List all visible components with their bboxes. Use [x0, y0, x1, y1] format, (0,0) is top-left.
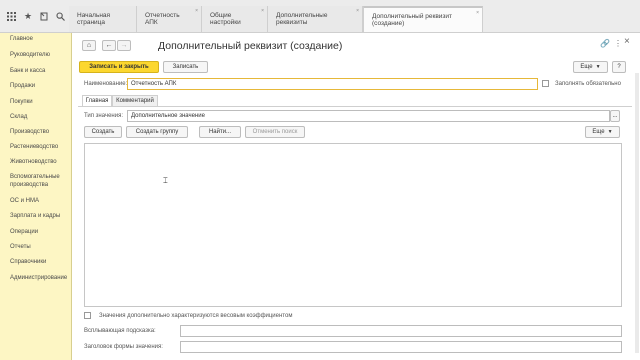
close-icon[interactable]: ×	[195, 8, 198, 14]
app-window: ★ Начальная страница Отчетность АПК × Общ…	[0, 0, 640, 360]
back-button[interactable]: ←	[102, 40, 116, 51]
home-button[interactable]: ⌂	[82, 40, 96, 51]
more-button[interactable]: Еще ▼	[573, 61, 608, 73]
tab-general-settings[interactable]: Общие настройки ×	[202, 6, 268, 32]
sidebar-item-crop-production[interactable]: Растениеводство	[10, 144, 58, 152]
tab-attribute-create[interactable]: Дополнительный реквизит (создание) ×	[363, 6, 483, 32]
find-button[interactable]: Найти...	[199, 126, 241, 138]
tab-label: Начальная страница	[77, 12, 111, 26]
close-icon[interactable]: ×	[356, 8, 359, 14]
link-icon[interactable]: 🔗	[600, 39, 610, 48]
form-panel: ⌂ ← → Дополнительный реквизит (создание)…	[72, 33, 640, 360]
tab-apk-reporting[interactable]: Отчетность АПК ×	[137, 6, 202, 32]
list-more-button[interactable]: Еще ▼	[585, 126, 620, 138]
value-type-select-button[interactable]: ...	[610, 110, 620, 122]
sidebar-item-operations[interactable]: Операции	[10, 229, 38, 237]
sidebar-item-payroll[interactable]: Зарплата и кадры	[10, 213, 60, 221]
tab-divider	[78, 106, 632, 107]
sidebar-item-administration[interactable]: Администрирование	[10, 275, 67, 283]
tab-home[interactable]: Начальная страница	[69, 6, 137, 32]
value-type-field[interactable]: Дополнительное значение	[127, 110, 610, 122]
value-type-label: Тип значения:	[84, 113, 123, 119]
sidebar: Главное Руководителю Банк и касса Продаж…	[0, 33, 72, 360]
sidebar-item-fixed-assets[interactable]: ОС и НМА	[10, 198, 39, 206]
forward-arrow-icon: →	[120, 42, 128, 49]
sidebar-item-management[interactable]: Руководителю	[10, 52, 50, 60]
top-bar: ★ Начальная страница Отчетность АПК × Общ…	[0, 0, 640, 33]
sidebar-item-auxiliary-production[interactable]: Вспомогательные производства	[10, 174, 68, 189]
chevron-down-icon: ▼	[595, 64, 601, 70]
star-icon[interactable]: ★	[22, 10, 34, 22]
apps-grid-icon[interactable]	[5, 10, 17, 22]
mouse-cursor-icon: ⌶	[163, 176, 168, 185]
sidebar-item-production[interactable]: Производство	[10, 129, 49, 137]
create-group-button[interactable]: Создать группу	[126, 126, 188, 138]
more-label: Еще	[580, 64, 593, 70]
save-button[interactable]: Записать	[163, 61, 208, 73]
close-icon[interactable]: ×	[624, 36, 630, 47]
sidebar-item-warehouse[interactable]: Склад	[10, 114, 27, 122]
page-title: Дополнительный реквизит (создание)	[158, 40, 343, 52]
sidebar-item-purchases[interactable]: Покупки	[10, 99, 33, 107]
sidebar-item-bank-cash[interactable]: Банк и касса	[10, 68, 45, 76]
tab-label: Дополнительные реквизиты	[276, 12, 328, 26]
sidebar-item-main[interactable]: Главное	[10, 36, 33, 44]
home-icon: ⌂	[86, 42, 92, 49]
name-field[interactable]: Отчетность АПК	[127, 78, 538, 90]
tab-label: Дополнительный реквизит (создание)	[372, 13, 453, 27]
chevron-down-icon: ▼	[607, 129, 613, 135]
help-button[interactable]: ?	[612, 61, 626, 73]
values-list[interactable]	[84, 143, 622, 307]
sidebar-item-sales[interactable]: Продажи	[10, 83, 35, 91]
close-icon[interactable]: ×	[476, 10, 479, 16]
tab-main[interactable]: Главная	[82, 95, 112, 106]
form-scrollbar[interactable]	[635, 73, 639, 353]
open-tabs: Начальная страница Отчетность АПК × Общие…	[69, 6, 483, 32]
search-icon[interactable]	[54, 10, 66, 22]
tab-label: Отчетность АПК	[145, 12, 180, 26]
weight-coefficient-label: Значения дополнительно характеризуются в…	[99, 313, 293, 319]
tab-label: Общие настройки	[210, 12, 241, 26]
more-label: Еще	[592, 129, 605, 135]
tab-additional-attributes[interactable]: Дополнительные реквизиты ×	[268, 6, 363, 32]
sidebar-item-livestock[interactable]: Животноводство	[10, 159, 57, 167]
back-arrow-icon: ←	[105, 42, 113, 49]
save-and-close-button[interactable]: Записать и закрыть	[79, 61, 159, 73]
value-form-title-label: Заголовок формы значения:	[84, 344, 163, 350]
tooltip-label: Всплывающая подсказка:	[84, 328, 156, 334]
sidebar-item-directories[interactable]: Справочники	[10, 259, 46, 267]
menu-icon[interactable]: ⋮	[614, 39, 622, 48]
help-icon: ?	[617, 64, 621, 70]
create-button[interactable]: Создать	[84, 126, 122, 138]
tab-comment[interactable]: Комментарий	[112, 95, 158, 106]
weight-coefficient-checkbox[interactable]	[84, 312, 91, 319]
close-icon[interactable]: ×	[261, 8, 264, 14]
cancel-search-button[interactable]: Отменить поиск	[245, 126, 305, 138]
required-label: Заполнять обязательно	[555, 81, 621, 87]
value-form-title-field[interactable]	[180, 341, 622, 353]
sidebar-item-reports[interactable]: Отчеты	[10, 244, 31, 252]
required-checkbox[interactable]	[542, 80, 549, 87]
name-label: Наименование:	[84, 81, 128, 87]
history-icon[interactable]	[38, 10, 50, 22]
tooltip-field[interactable]	[180, 325, 622, 337]
forward-button[interactable]: →	[117, 40, 131, 51]
